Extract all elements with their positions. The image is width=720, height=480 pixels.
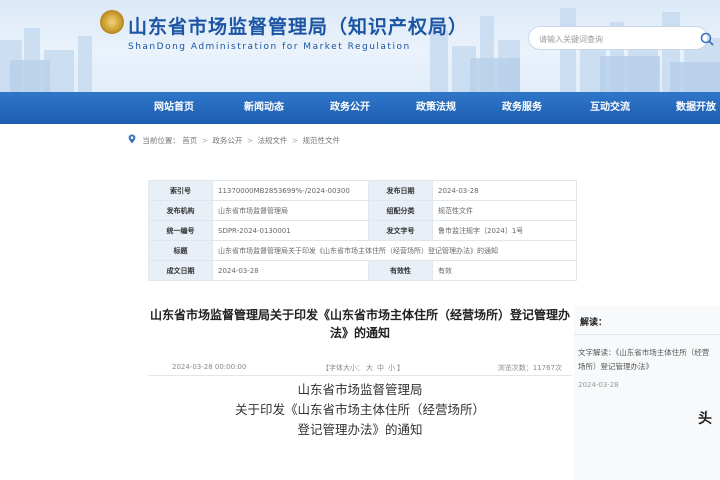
article-body-heading: 山东省市场监督管理局 关于印发《山东省市场主体住所（经营场所） 登记管理办法》的… (148, 380, 572, 440)
info-value: 11370000MB2853699%-/2024-00300 (212, 180, 369, 201)
info-label: 发布机构 (148, 200, 213, 221)
info-label: 索引号 (148, 180, 213, 201)
article-date: 2024-03-28 00:00:00 (172, 363, 247, 371)
sidebar-divider (574, 334, 720, 335)
nav-item-news[interactable]: 新闻动态 (244, 92, 284, 124)
sidebar-title: 解读： (580, 318, 608, 328)
info-value: 山东省市场监督管理局 (212, 200, 369, 221)
table-row: 索引号 11370000MB2853699%-/2024-00300 发布日期 … (148, 180, 577, 201)
article-title: 山东省市场监督管理局关于印发《山东省市场主体住所（经营场所）登记管理办法》的通知 (149, 308, 570, 340)
site-subtitle: ShanDong Administration for Market Regul… (128, 42, 411, 52)
national-emblem-icon (100, 10, 124, 34)
breadcrumb-home[interactable]: 首页 (182, 136, 197, 145)
search-box[interactable] (528, 26, 714, 50)
table-row: 发布机构 山东省市场监督管理局 组配分类 规范性文件 (148, 200, 577, 221)
font-size-large-button[interactable]: 大 (366, 364, 373, 372)
breadcrumb-separator: > (246, 136, 254, 145)
info-value: 2024-03-28 (212, 260, 369, 281)
info-label: 统一编号 (148, 220, 213, 241)
nav-item-interaction[interactable]: 互动交流 (590, 92, 630, 124)
info-label: 发文字号 (368, 220, 433, 241)
interpretation-sidebar: 解读： 文字解读：《山东省市场主体住所（经营场所）登记管理办法》 2024-03… (574, 306, 720, 480)
breadcrumb: 当前位置： 首页 > 政务公开 > 法规文件 > 规范性文件 (128, 134, 340, 148)
info-value: 鲁市监注规字〔2024〕1号 (432, 220, 577, 241)
body-heading-line: 登记管理办法》的通知 (297, 422, 423, 437)
info-value: 有效 (432, 260, 577, 281)
info-value: SDPR-2024-0130001 (212, 220, 369, 241)
location-pin-icon (128, 134, 136, 144)
search-icon[interactable] (699, 31, 715, 47)
site-header: 山东省市场监督管理局（知识产权局） ShanDong Administratio… (0, 0, 720, 92)
cropped-text: 头 (698, 411, 712, 427)
info-value: 2024-03-28 (432, 180, 577, 201)
font-size-control: 【字体大小：大中小】 (322, 363, 404, 373)
info-value: 山东省市场监督管理局关于印发《山东省市场主体住所（经营场所）登记管理办法》的通知 (212, 240, 577, 261)
nav-item-gov-affairs[interactable]: 政务公开 (330, 92, 370, 124)
breadcrumb-gov-affairs[interactable]: 政务公开 (212, 136, 242, 145)
nav-item-services[interactable]: 政务服务 (502, 92, 542, 124)
table-row: 标题 山东省市场监督管理局关于印发《山东省市场主体住所（经营场所）登记管理办法》… (148, 240, 577, 261)
font-size-medium-button[interactable]: 中 (377, 364, 384, 372)
site-title: 山东省市场监督管理局（知识产权局） (128, 16, 469, 38)
info-label: 发布日期 (368, 180, 433, 201)
breadcrumb-normative-docs[interactable]: 规范性文件 (303, 136, 341, 145)
document-info-table: 索引号 11370000MB2853699%-/2024-00300 发布日期 … (148, 180, 577, 281)
nav-item-open-data[interactable]: 数据开放 (676, 92, 716, 124)
article-meta-bar: 2024-03-28 00:00:00 【字体大小：大中小】 浏览次数：1176… (148, 361, 572, 376)
sidebar-item-interpretation[interactable]: 文字解读：《山东省市场主体住所（经营场所）登记管理办法》 (578, 346, 716, 374)
view-count: 浏览次数：11767次 (497, 364, 562, 372)
table-row: 统一编号 SDPR-2024-0130001 发文字号 鲁市监注规字〔2024〕… (148, 220, 577, 241)
font-size-label: 【字体大小： (322, 364, 364, 372)
main-nav-bar: 网站首页 新闻动态 政务公开 政策法规 政务服务 互动交流 数据开放 (0, 92, 720, 124)
nav-item-home[interactable]: 网站首页 (154, 92, 194, 124)
search-input[interactable] (539, 31, 689, 47)
breadcrumb-separator: > (291, 136, 299, 145)
info-label: 标题 (148, 240, 213, 261)
breadcrumb-regulations[interactable]: 法规文件 (257, 136, 287, 145)
body-heading-line: 关于印发《山东省市场主体住所（经营场所） (234, 402, 485, 417)
body-heading-line: 山东省市场监督管理局 (297, 382, 423, 397)
info-value: 规范性文件 (432, 200, 577, 221)
table-row: 成文日期 2024-03-28 有效性 有效 (148, 260, 577, 281)
breadcrumb-label: 当前位置： (142, 136, 180, 145)
nav-item-policies[interactable]: 政策法规 (416, 92, 456, 124)
breadcrumb-separator: > (201, 136, 208, 145)
font-size-end: 】 (397, 364, 404, 372)
font-size-small-button[interactable]: 小 (388, 364, 395, 372)
sidebar-item-date: 2024-03-28 (578, 381, 619, 389)
info-label: 有效性 (368, 260, 433, 281)
info-label: 成文日期 (148, 260, 213, 281)
info-label: 组配分类 (368, 200, 433, 221)
